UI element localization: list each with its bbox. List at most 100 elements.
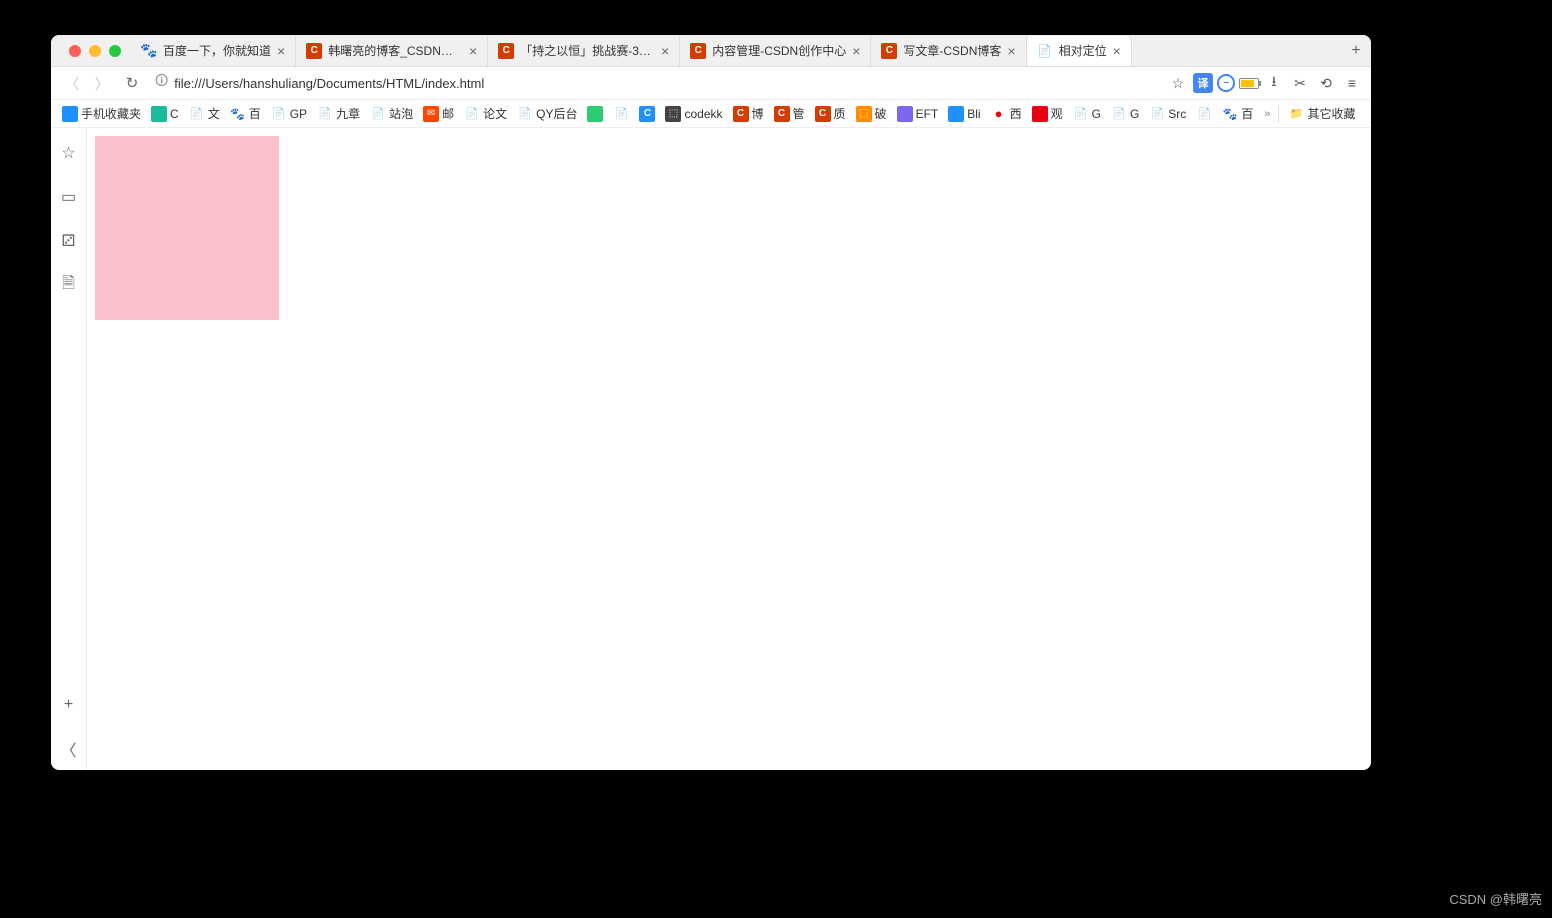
other-bookmarks-button[interactable]: 📁 其它收藏 [1283, 102, 1360, 126]
bookmark-17[interactable]: ⬚破 [851, 102, 892, 126]
close-tab-icon[interactable]: × [277, 43, 285, 59]
content-area: ☆ ▭ ⚂ 🗎 + 〈 [51, 128, 1371, 770]
bookmark-5[interactable]: 📄九章 [312, 102, 365, 126]
tab-2[interactable]: C「持之以恒」挑战赛-30天打× [488, 36, 680, 66]
close-tab-icon[interactable]: × [469, 43, 477, 59]
bookmark-11[interactable]: 📄 [608, 102, 634, 126]
bookmark-21[interactable]: 观 [1027, 102, 1068, 126]
back-button[interactable]: 〈 [59, 70, 85, 96]
bookmark-3[interactable]: 🐾百 [225, 102, 266, 126]
tab-label: 写文章-CSDN博客 [903, 42, 1001, 59]
reload-button[interactable]: ↻ [119, 70, 145, 96]
bookmark-icon: 📄 [189, 106, 205, 122]
translate-icon[interactable]: 译 [1193, 73, 1213, 93]
bookmark-16[interactable]: C质 [810, 102, 851, 126]
tab-4[interactable]: C 写文章-CSDN博客 × [871, 36, 1026, 66]
bookmark-6[interactable]: 📄站泡 [365, 102, 418, 126]
close-tab-icon[interactable]: × [1113, 43, 1121, 59]
new-tab-button[interactable]: + [1341, 42, 1371, 60]
watermark: CSDN @韩曙亮 [1449, 889, 1542, 908]
download-icon[interactable]: ⭳ [1263, 72, 1285, 94]
menu-icon[interactable]: ≡ [1341, 72, 1363, 94]
bookmark-label: Src [1168, 107, 1186, 121]
bookmark-label: 站泡 [389, 105, 413, 122]
maximize-window-button[interactable] [109, 45, 121, 57]
bookmarks-bar: 手机收藏夹C📄文🐾百📄GP📄九章📄站泡✉邮📄论文📄QY后台📄C⬚codekkC博… [51, 100, 1371, 128]
close-tab-icon[interactable]: × [852, 43, 860, 59]
bookmark-23[interactable]: 📄G [1106, 102, 1144, 126]
sidebar-image-icon[interactable]: ⚂ [58, 230, 80, 252]
tab-5[interactable]: 📄相对定位× [1027, 36, 1132, 66]
bookmark-label: 观 [1051, 105, 1063, 122]
bookmark-label: 手机收藏夹 [81, 105, 141, 122]
site-info-icon[interactable]: 🛈 [155, 72, 168, 94]
address-bar: 〈 〉 ↻ 🛈 ☆ 译 − ⭳ ✂ ⟲ ≡ [51, 67, 1371, 100]
bookmark-icon: 📄 [317, 106, 333, 122]
bookmark-icon: ● [991, 106, 1007, 122]
restore-icon[interactable]: ⟲ [1315, 72, 1337, 94]
bookmark-icon: 📄 [370, 106, 386, 122]
sidebar-document-icon[interactable]: 🗎 [58, 274, 80, 296]
bookmark-1[interactable]: C [146, 102, 184, 126]
bookmark-icon: 📄 [517, 106, 533, 122]
bookmark-label: 西 [1010, 105, 1022, 122]
bookmark-14[interactable]: C博 [728, 102, 769, 126]
sidebar-add-button[interactable]: + [58, 694, 80, 716]
bookmark-icon: 🐾 [230, 106, 246, 122]
bookmark-label: 九章 [336, 105, 360, 122]
bookmark-icon: 📄 [1149, 106, 1165, 122]
c-favicon-icon: C [690, 43, 706, 59]
baidu-favicon-icon: 🐾 [141, 43, 157, 59]
bookmark-label: GP [290, 107, 307, 121]
bookmark-7[interactable]: ✉邮 [418, 102, 459, 126]
sidebar-collapse-button[interactable]: 〈 [58, 738, 80, 760]
tab-0[interactable]: 🐾百度一下，你就知道× [131, 36, 296, 66]
close-tab-icon[interactable]: × [661, 43, 669, 59]
tab-3[interactable]: C 内容管理-CSDN创作中心 × [680, 36, 871, 66]
minimize-window-button[interactable] [89, 45, 101, 57]
c-favicon-icon: C [498, 43, 514, 59]
tab-label: 韩曙亮的博客_CSDN博客-韩 [328, 42, 463, 59]
bookmark-0[interactable]: 手机收藏夹 [57, 102, 146, 126]
bookmark-8[interactable]: 📄论文 [459, 102, 512, 126]
bookmarks-overflow-button[interactable]: » [1260, 108, 1274, 120]
close-tab-icon[interactable]: × [1007, 43, 1015, 59]
battery-icon[interactable] [1239, 78, 1259, 89]
star-icon[interactable]: ☆ [1167, 72, 1189, 94]
bookmark-10[interactable] [582, 102, 608, 126]
tab-1[interactable]: C韩曙亮的博客_CSDN博客-韩× [296, 36, 488, 66]
bookmark-18[interactable]: EFT [892, 102, 944, 126]
screenshot-icon[interactable]: ✂ [1289, 72, 1311, 94]
bookmark-9[interactable]: 📄QY后台 [512, 102, 582, 126]
bookmark-24[interactable]: 📄Src [1144, 102, 1191, 126]
bookmark-2[interactable]: 📄文 [184, 102, 225, 126]
bookmark-icon: C [815, 106, 831, 122]
url-input[interactable] [174, 76, 1157, 91]
bookmark-label: codekk [684, 107, 722, 121]
browser-window: 🐾百度一下，你就知道×C韩曙亮的博客_CSDN博客-韩×C「持之以恒」挑战赛-3… [51, 35, 1371, 770]
bookmark-26[interactable]: 🐾百 [1217, 102, 1258, 126]
sidebar-book-icon[interactable]: ▭ [58, 186, 80, 208]
bookmark-13[interactable]: ⬚codekk [660, 102, 727, 126]
bookmark-icon [1032, 106, 1048, 122]
bookmark-label: G [1130, 107, 1139, 121]
bookmark-icon: 📄 [1111, 106, 1127, 122]
sidebar-favorites-icon[interactable]: ☆ [58, 142, 80, 164]
bookmark-20[interactable]: ●西 [986, 102, 1027, 126]
c-favicon-icon: C [881, 43, 897, 59]
bookmark-4[interactable]: 📄GP [266, 102, 312, 126]
url-box[interactable]: 🛈 [149, 70, 1163, 96]
close-window-button[interactable] [69, 45, 81, 57]
bookmark-15[interactable]: C管 [769, 102, 810, 126]
forward-button[interactable]: 〉 [89, 70, 115, 96]
bookmark-icon: 📄 [1196, 106, 1212, 122]
sidebar: ☆ ▭ ⚂ 🗎 + 〈 [51, 128, 87, 770]
tab-label: 内容管理-CSDN创作中心 [712, 42, 846, 59]
bookmark-19[interactable]: Bli [943, 102, 985, 126]
zoom-out-icon[interactable]: − [1217, 74, 1235, 92]
file-favicon-icon: 📄 [1037, 43, 1053, 59]
bookmark-icon: ⬚ [856, 106, 872, 122]
bookmark-25[interactable]: 📄 [1191, 102, 1217, 126]
bookmark-12[interactable]: C [634, 102, 660, 126]
bookmark-22[interactable]: 📄G [1068, 102, 1106, 126]
